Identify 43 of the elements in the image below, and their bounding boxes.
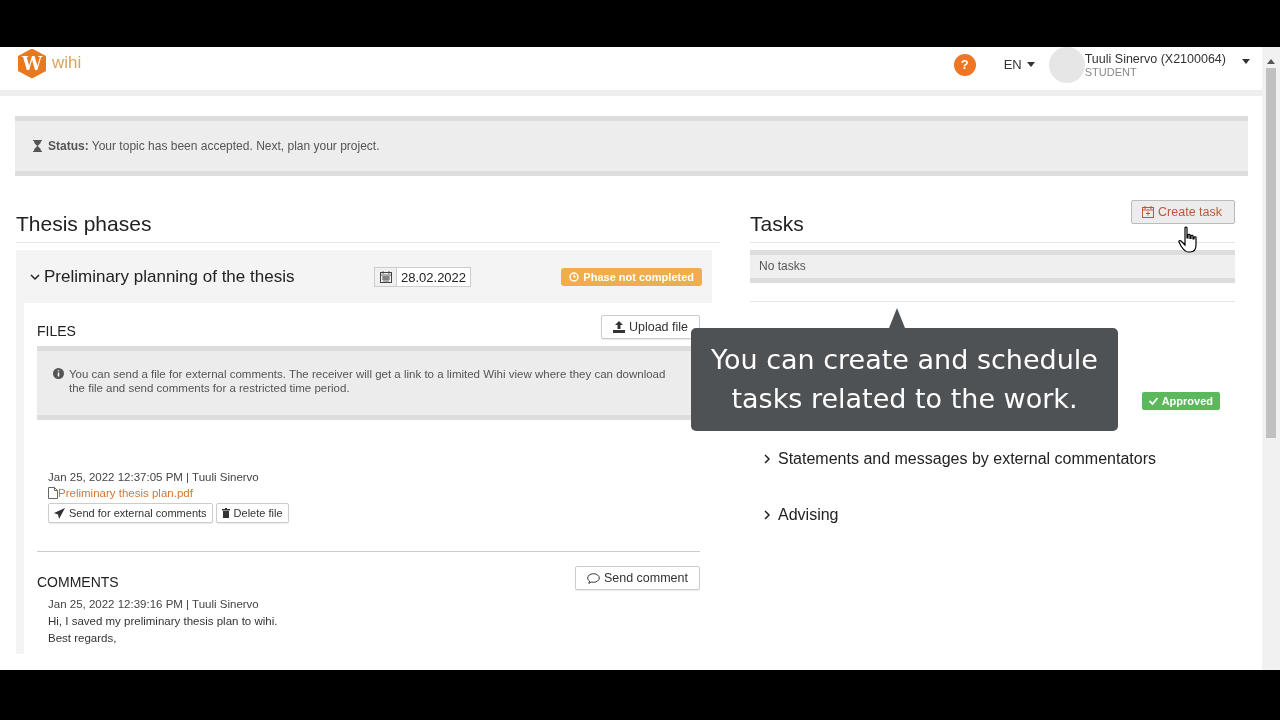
- caret-icon: [1026, 62, 1035, 67]
- accordion-toggle[interactable]: Statements and messages by external commentators: [762, 450, 1235, 468]
- date-field[interactable]: 28.02.2022: [374, 266, 472, 287]
- send-external-button[interactable]: Send for external comments: [48, 503, 213, 523]
- paper-plane-icon: [54, 507, 65, 519]
- empty-tasks: No tasks: [750, 250, 1235, 283]
- avatar-icon: [1048, 47, 1085, 83]
- scrollbar-thumb[interactable]: [1266, 68, 1276, 438]
- file-meta: Jan 25, 2022 12:37:05 PM | Tuuli Sinervo: [48, 471, 260, 483]
- user-menu[interactable]: Tuuli Sinervo (X2100064) STUDENT: [1084, 51, 1250, 78]
- create-task-button[interactable]: Create task: [1131, 200, 1235, 224]
- tooltip: You can create and schedule tasks related to the work.: [691, 328, 1118, 431]
- calendar-icon: [379, 270, 392, 283]
- send-comment-button[interactable]: Send comment: [574, 566, 700, 590]
- trash-icon: [221, 508, 230, 518]
- chevron-right-icon: [762, 454, 772, 464]
- info-icon: [53, 368, 64, 379]
- hourglass-icon: [33, 140, 42, 152]
- speech-bubble-icon: [586, 572, 600, 584]
- files-heading: FILES: [37, 323, 76, 339]
- calendar-plus-icon: [1142, 206, 1155, 218]
- upload-file-button[interactable]: Upload file: [600, 315, 700, 339]
- comment-text: Best regards,: [48, 632, 118, 644]
- section-title: Tasks: [750, 212, 804, 236]
- chevron-right-icon: [762, 510, 772, 520]
- logo-text: wihi: [52, 52, 82, 73]
- comment-meta: Jan 25, 2022 12:39:16 PM | Tuuli Sinervo: [48, 598, 260, 610]
- chevron-down-icon: [30, 271, 40, 282]
- accordion-toggle[interactable]: Advising: [762, 506, 1235, 524]
- delete-file-button[interactable]: Delete file: [215, 503, 289, 523]
- section-title: Thesis phases: [16, 212, 720, 243]
- comments-heading: COMMENTS: [37, 574, 119, 590]
- caret-icon: [1242, 59, 1250, 64]
- status-text: Status: Your topic has been accepted. Next, plan your project.: [48, 139, 380, 153]
- approved-badge: Approved: [1141, 392, 1220, 410]
- phase-toggle[interactable]: Preliminary planning of the thesis: [30, 266, 350, 287]
- language-dropdown[interactable]: EN: [1003, 57, 1035, 72]
- file-icon: [48, 487, 58, 499]
- upload-icon: [612, 321, 625, 333]
- info-text: You can send a file for external comments. The receiver will get a link to a limited Wihi view where they can download the file and send comments for a restricted time period.: [69, 367, 667, 395]
- scroll-up-icon[interactable]: [1267, 59, 1275, 64]
- phase-status-badge: Phase not completed: [561, 267, 702, 286]
- comment-text: Hi, I saved my preliminary thesis plan to wihi.: [48, 615, 279, 627]
